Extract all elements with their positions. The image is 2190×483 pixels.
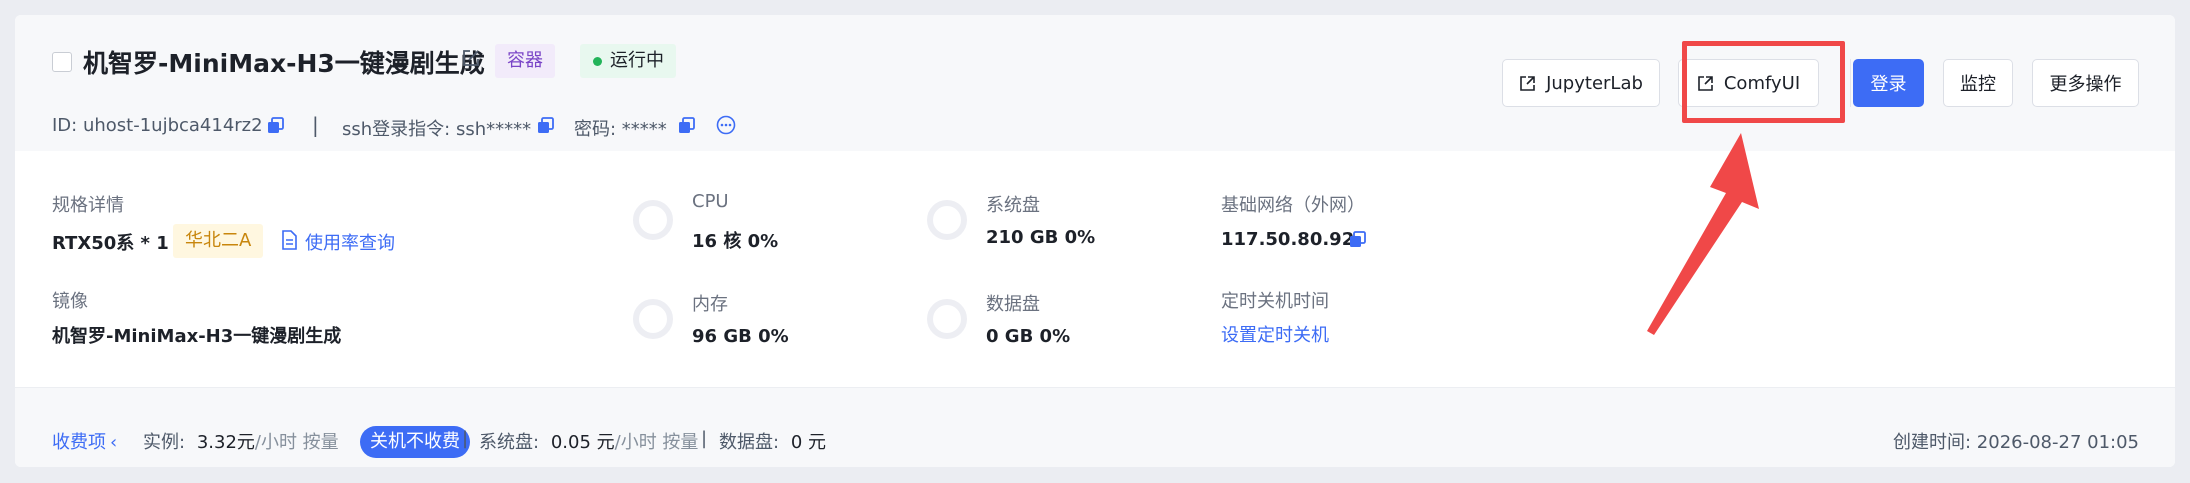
monitor-button[interactable]: 监控 [1943,59,2013,107]
spec-label: 规格详情 [52,195,124,216]
network-label: 基础网络（外网） [1221,195,1365,216]
shutdown-label: 定时关机时间 [1221,291,1329,312]
copy-id-icon[interactable] [267,117,284,138]
instance-price-value: 3.32元 [196,432,255,453]
data-disk-price-label: 数据盘: [719,432,780,453]
copy-ssh-icon[interactable] [537,117,554,138]
footer-separator: | [701,428,708,449]
memory-usage-ring [633,299,673,339]
cpu-label: CPU [692,191,729,212]
data-disk-price-value: 0 元 [790,432,826,453]
comfyui-highlight-box [1682,41,1845,123]
region-tag: 华北二A [173,224,264,258]
password: 密码: ***** [574,119,667,140]
no-charge-badge: 关机不收费 [360,426,470,458]
instance-id: ID: uhost-1ujbca414rz2 [52,115,263,136]
billing-link[interactable]: 收费项 ‹ [52,428,117,454]
network-ip: 117.50.80.92 [1221,229,1355,250]
annotation-arrow-icon [1647,133,1759,335]
image-value: 机智罗-MiniMax-H3一键漫剧生成 [52,326,342,347]
set-shutdown-link[interactable]: 设置定时关机 [1221,321,1329,347]
system-disk-price: 系统盘: 0.05 元/小时 按量 [479,428,698,454]
instance-title: 机智罗-MiniMax-H3一键漫剧生成 [83,49,485,78]
system-disk-usage-ring [927,200,967,240]
data-disk-usage-ring [927,299,967,339]
billing-link-label: 收费项 [52,432,106,453]
system-disk-price-value: 0.05 元 [550,432,615,453]
document-icon [281,230,297,254]
cpu-value: 16 核 0% [692,231,779,252]
memory-label: 内存 [692,294,728,315]
more-dots-icon[interactable] [716,115,736,139]
system-disk-label: 系统盘 [986,195,1040,216]
copy-ip-icon[interactable] [1349,231,1366,252]
instance-price: 实例: 3.32元/小时 按量 [143,428,339,454]
instance-price-label: 实例: [143,432,186,453]
instance-card: 机智罗-MiniMax-H3一键漫剧生成 容器 运行中 ID: uhost-1u… [15,15,2175,467]
status-dot-icon [593,57,602,66]
card-header: 机智罗-MiniMax-H3一键漫剧生成 容器 运行中 ID: uhost-1u… [15,15,2175,151]
data-disk-price: 数据盘: 0 元 [719,428,826,454]
login-button[interactable]: 登录 [1853,59,1924,107]
ssh-command: ssh登录指令: ssh***** [342,119,532,140]
copy-password-icon[interactable] [678,117,695,138]
meta-divider: | [312,113,319,137]
external-link-icon [1519,75,1536,92]
edit-icon[interactable] [461,48,481,72]
usage-query-link[interactable]: 使用率查询 [305,229,395,255]
chevron-left-icon: ‹ [110,432,118,453]
container-tag: 容器 [495,44,555,78]
select-checkbox[interactable] [52,52,72,72]
system-disk-price-label: 系统盘: [479,432,540,453]
instance-price-unit: /小时 按量 [254,432,339,453]
memory-value: 96 GB 0% [692,326,789,347]
status-label: 运行中 [610,50,664,71]
card-footer [15,387,2175,467]
image-label: 镜像 [52,291,88,312]
footer-separator: | [462,428,469,449]
more-actions-button[interactable]: 更多操作 [2032,59,2139,107]
jupyterlab-label: JupyterLab [1546,72,1643,94]
created-time: 创建时间: 2026-08-27 01:05 [1893,432,2139,453]
system-disk-value: 210 GB 0% [986,227,1096,248]
status-badge: 运行中 [580,44,676,78]
data-disk-label: 数据盘 [986,294,1040,315]
cpu-usage-ring [633,200,673,240]
spec-value: RTX50系 * 1 [52,233,169,254]
system-disk-price-unit: /小时 按量 [614,432,699,453]
data-disk-value: 0 GB 0% [986,326,1071,347]
button-separator [1850,59,1851,107]
jupyterlab-button[interactable]: JupyterLab [1502,59,1660,107]
